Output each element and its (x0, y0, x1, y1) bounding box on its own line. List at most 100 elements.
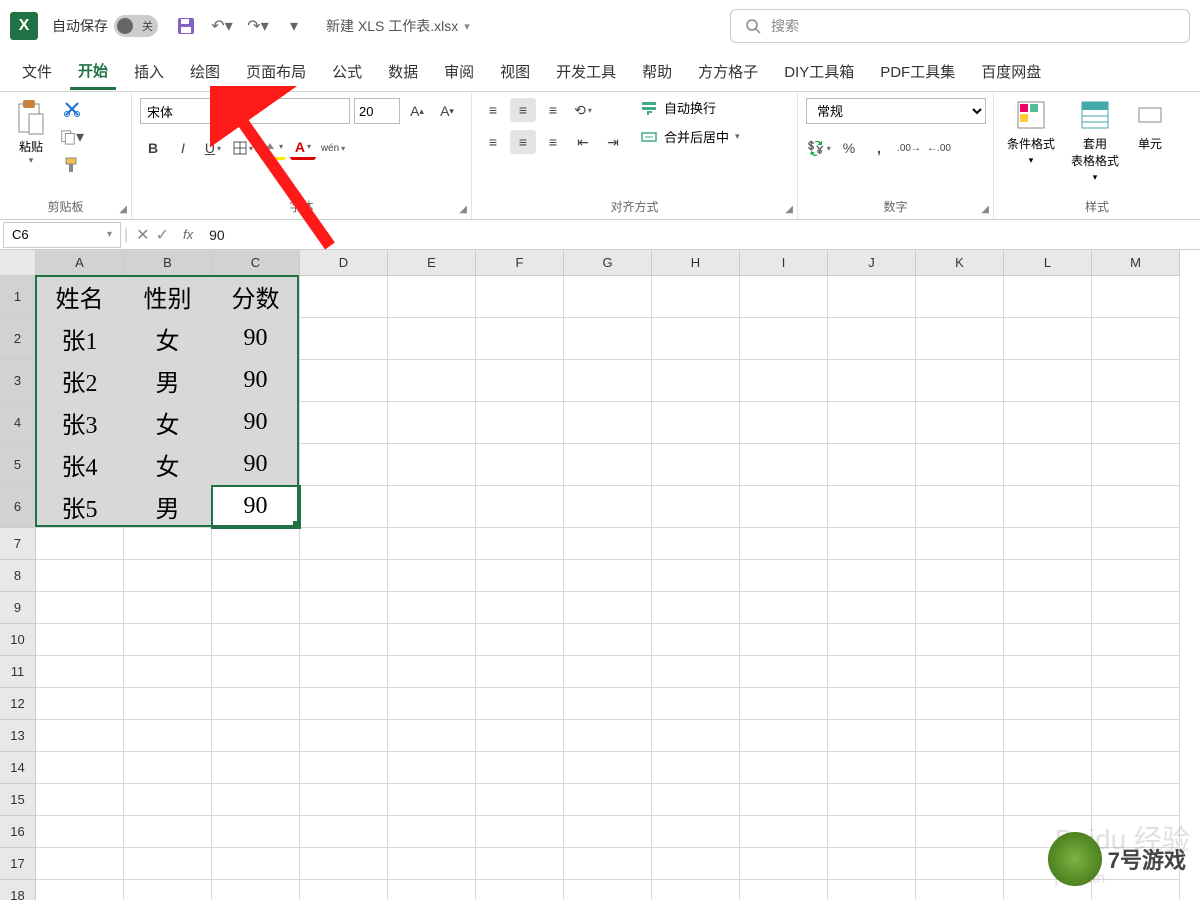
tab-方方格子[interactable]: 方方格子 (690, 55, 766, 88)
cell-B5[interactable]: 女 (124, 444, 212, 486)
cell-G4[interactable] (564, 402, 652, 444)
cell-A16[interactable] (36, 816, 124, 848)
cell-A18[interactable] (36, 880, 124, 900)
cell-M10[interactable] (1092, 624, 1180, 656)
cell-J11[interactable] (828, 656, 916, 688)
row-header-4[interactable]: 4 (0, 402, 36, 444)
increase-decimal-icon[interactable]: .00→ (896, 136, 922, 160)
cell-E3[interactable] (388, 360, 476, 402)
cell-E13[interactable] (388, 720, 476, 752)
document-title[interactable]: 新建 XLS 工作表.xlsx ▾ (326, 16, 470, 36)
cell-F7[interactable] (476, 528, 564, 560)
cell-H9[interactable] (652, 592, 740, 624)
cell-K13[interactable] (916, 720, 1004, 752)
cell-B14[interactable] (124, 752, 212, 784)
cell-F4[interactable] (476, 402, 564, 444)
cell-I14[interactable] (740, 752, 828, 784)
cell-J9[interactable] (828, 592, 916, 624)
cell-L11[interactable] (1004, 656, 1092, 688)
cell-H2[interactable] (652, 318, 740, 360)
cell-K7[interactable] (916, 528, 1004, 560)
cell-C2[interactable]: 90 (212, 318, 300, 360)
cell-H1[interactable] (652, 276, 740, 318)
cell-A7[interactable] (36, 528, 124, 560)
cell-I4[interactable] (740, 402, 828, 444)
cell-H13[interactable] (652, 720, 740, 752)
cell-H7[interactable] (652, 528, 740, 560)
cell-J13[interactable] (828, 720, 916, 752)
cell-A8[interactable] (36, 560, 124, 592)
enter-formula-icon[interactable]: ✓ (156, 225, 169, 245)
cell-D11[interactable] (300, 656, 388, 688)
cell-K9[interactable] (916, 592, 1004, 624)
cell-M5[interactable] (1092, 444, 1180, 486)
cell-B4[interactable]: 女 (124, 402, 212, 444)
cell-G5[interactable] (564, 444, 652, 486)
cell-D15[interactable] (300, 784, 388, 816)
tab-绘图[interactable]: 绘图 (182, 55, 228, 88)
cell-G17[interactable] (564, 848, 652, 880)
cell-H18[interactable] (652, 880, 740, 900)
row-header-17[interactable]: 17 (0, 848, 36, 880)
merge-center-button[interactable]: 合并后居中 ▾ (640, 127, 740, 146)
cell-B12[interactable] (124, 688, 212, 720)
underline-button[interactable]: U (200, 136, 226, 160)
row-header-10[interactable]: 10 (0, 624, 36, 656)
cell-I18[interactable] (740, 880, 828, 900)
cell-A15[interactable] (36, 784, 124, 816)
cell-C7[interactable] (212, 528, 300, 560)
row-header-15[interactable]: 15 (0, 784, 36, 816)
border-button[interactable] (230, 136, 256, 160)
tab-页面布局[interactable]: 页面布局 (238, 55, 314, 88)
cell-L1[interactable] (1004, 276, 1092, 318)
cell-F15[interactable] (476, 784, 564, 816)
cell-L5[interactable] (1004, 444, 1092, 486)
cell-L7[interactable] (1004, 528, 1092, 560)
row-header-16[interactable]: 16 (0, 816, 36, 848)
cell-H10[interactable] (652, 624, 740, 656)
cell-G9[interactable] (564, 592, 652, 624)
cell-B15[interactable] (124, 784, 212, 816)
cell-I7[interactable] (740, 528, 828, 560)
cell-F14[interactable] (476, 752, 564, 784)
cell-M11[interactable] (1092, 656, 1180, 688)
cell-J7[interactable] (828, 528, 916, 560)
dialog-launcher-icon[interactable]: ◢ (785, 204, 793, 215)
align-center-icon[interactable]: ≡ (510, 130, 536, 154)
cell-F11[interactable] (476, 656, 564, 688)
cell-G12[interactable] (564, 688, 652, 720)
cell-B11[interactable] (124, 656, 212, 688)
cell-A6[interactable]: 张5 (36, 486, 124, 528)
format-as-table-button[interactable]: 套用 表格格式▾ (1066, 98, 1124, 183)
column-header-L[interactable]: L (1004, 250, 1092, 276)
align-right-icon[interactable]: ≡ (540, 130, 566, 154)
cell-A1[interactable]: 姓名 (36, 276, 124, 318)
cancel-formula-icon[interactable]: ✕ (136, 225, 149, 245)
cell-I5[interactable] (740, 444, 828, 486)
cut-icon[interactable] (60, 98, 84, 120)
cell-I13[interactable] (740, 720, 828, 752)
cell-C13[interactable] (212, 720, 300, 752)
cell-K17[interactable] (916, 848, 1004, 880)
cell-G18[interactable] (564, 880, 652, 900)
row-header-5[interactable]: 5 (0, 444, 36, 486)
cell-I11[interactable] (740, 656, 828, 688)
cell-F2[interactable] (476, 318, 564, 360)
cell-H6[interactable] (652, 486, 740, 528)
cell-D8[interactable] (300, 560, 388, 592)
cell-G11[interactable] (564, 656, 652, 688)
column-header-H[interactable]: H (652, 250, 740, 276)
cell-K4[interactable] (916, 402, 1004, 444)
align-left-icon[interactable]: ≡ (480, 130, 506, 154)
cell-B9[interactable] (124, 592, 212, 624)
cell-H4[interactable] (652, 402, 740, 444)
cell-M2[interactable] (1092, 318, 1180, 360)
cell-G6[interactable] (564, 486, 652, 528)
row-header-13[interactable]: 13 (0, 720, 36, 752)
fill-color-button[interactable] (260, 136, 286, 160)
select-all-corner[interactable] (0, 250, 36, 276)
cell-styles-button[interactable]: 单元 (1130, 98, 1170, 152)
align-bottom-icon[interactable]: ≡ (540, 98, 566, 122)
cell-H11[interactable] (652, 656, 740, 688)
qat-customize-icon[interactable]: ▾ (282, 14, 306, 38)
